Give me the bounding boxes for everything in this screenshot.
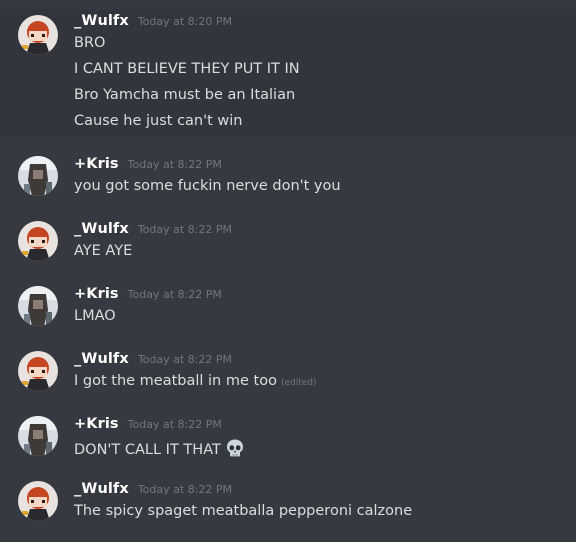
message-body: I got the meatball in me too <box>74 373 277 389</box>
message-body: DON'T CALL IT THAT <box>74 442 221 458</box>
avatar-wulfx[interactable] <box>18 15 58 55</box>
message-text: Bro Yamcha must be an Italian <box>74 87 296 103</box>
username[interactable]: +Kris <box>74 286 119 302</box>
timestamp: Today at 8:22 PM <box>137 223 232 236</box>
username[interactable]: _Wulfx <box>74 13 129 29</box>
timestamp: Today at 8:22 PM <box>137 483 232 496</box>
message-text: I got the meatball in me too (edited) <box>74 373 317 389</box>
skull-icon <box>225 438 245 462</box>
message-header: _Wulfx Today at 8:22 PM <box>74 481 232 497</box>
timestamp: Today at 8:20 PM <box>137 15 232 28</box>
timestamp: Today at 8:22 PM <box>127 158 222 171</box>
message-text: you got some fuckin nerve don't you <box>74 178 341 194</box>
message-header: +Kris Today at 8:22 PM <box>74 156 222 172</box>
message-text: BRO <box>74 35 106 51</box>
message-header: +Kris Today at 8:22 PM <box>74 286 222 302</box>
timestamp: Today at 8:22 PM <box>127 418 222 431</box>
avatar-wulfx[interactable] <box>18 351 58 391</box>
message-text: I CANT BELIEVE THEY PUT IT IN <box>74 61 300 77</box>
avatar-kris[interactable] <box>18 156 58 196</box>
message-header: _Wulfx Today at 8:22 PM <box>74 221 232 237</box>
message-text: The spicy spaget meatballa pepperoni cal… <box>74 503 413 519</box>
timestamp: Today at 8:22 PM <box>137 353 232 366</box>
timestamp: Today at 8:22 PM <box>127 288 222 301</box>
username[interactable]: _Wulfx <box>74 481 129 497</box>
message-text: LMAO <box>74 308 116 324</box>
username[interactable]: +Kris <box>74 156 119 172</box>
username[interactable]: _Wulfx <box>74 221 129 237</box>
message-header: +Kris Today at 8:22 PM <box>74 416 222 432</box>
avatar-kris[interactable] <box>18 286 58 326</box>
message-group: _Wulfx Today at 8:20 PM BRO I CANT BELIE… <box>0 9 576 136</box>
edited-label: (edited) <box>280 378 317 388</box>
message-text: Cause he just can't win <box>74 113 243 129</box>
avatar-wulfx[interactable] <box>18 481 58 521</box>
username[interactable]: +Kris <box>74 416 119 432</box>
avatar-kris[interactable] <box>18 416 58 456</box>
username[interactable]: _Wulfx <box>74 351 129 367</box>
chat-message-list[interactable]: _Wulfx Today at 8:20 PM BRO I CANT BELIE… <box>0 0 576 542</box>
message-header: _Wulfx Today at 8:22 PM <box>74 351 232 367</box>
message-text: DON'T CALL IT THAT <box>74 438 245 462</box>
message-text: AYE AYE <box>74 243 133 259</box>
message-header: _Wulfx Today at 8:20 PM <box>74 13 232 29</box>
avatar-wulfx[interactable] <box>18 221 58 261</box>
